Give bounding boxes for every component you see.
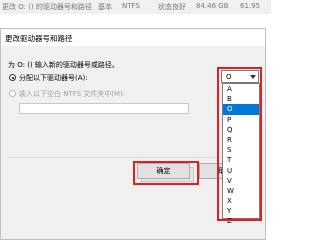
dialog-title: 更改驱动器号和路径	[5, 34, 73, 43]
dialog-description: 为 O: () 输入新的驱动器号或路径。	[8, 61, 119, 69]
partition-status: 状态良好	[158, 3, 186, 11]
partition-name: 更改 O: () 的驱动器号和路径	[2, 3, 92, 11]
outer-ok-button[interactable]: 确定	[137, 163, 190, 179]
partition-type: 基本	[98, 3, 112, 11]
mount-folder-label[interactable]: 装入以下空白 NTFS 文件夹中(M):	[19, 89, 125, 99]
assign-letter-label[interactable]: 分配以下驱动器号(A):	[19, 73, 88, 83]
dialog-titlebar[interactable]: 更改驱动器号和路径	[1, 29, 265, 46]
partition-filesystem: NTFS	[122, 2, 140, 10]
partition-capacity: 84.46 GB	[196, 2, 229, 10]
assign-letter-radio[interactable]	[9, 74, 16, 81]
mount-folder-radio[interactable]	[9, 90, 16, 97]
dropdown-highlight-box	[217, 67, 262, 221]
partition-list-row[interactable]: 更改 O: () 的驱动器号和路径 基本 NTFS 状态良好 84.46 GB …	[0, 0, 271, 15]
folder-path-input[interactable]	[19, 103, 189, 114]
partition-free: 61.95	[240, 2, 261, 10]
